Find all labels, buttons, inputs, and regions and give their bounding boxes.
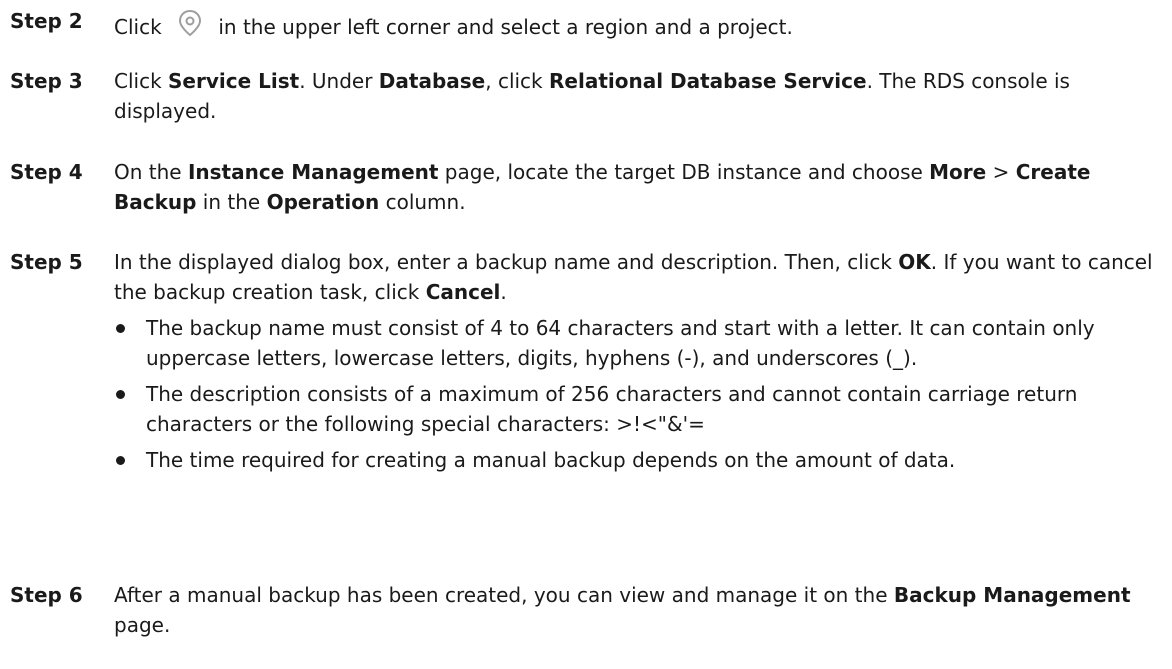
- step-5: Step 5 In the displayed dialog box, ente…: [10, 247, 1160, 481]
- bullet-item: The backup name must consist of 4 to 64 …: [114, 313, 1160, 373]
- step-5-bullet-list: The backup name must consist of 4 to 64 …: [114, 313, 1160, 475]
- instance-management-term: Instance Management: [187, 160, 439, 184]
- location-pin-icon: [170, 6, 210, 40]
- step-3-t1: Click: [114, 69, 169, 93]
- step-4-t1: On the: [114, 160, 188, 184]
- step-4-t3: >: [986, 160, 1016, 184]
- service-list-term: Service List: [168, 69, 300, 93]
- step-3-t2: . Under: [299, 69, 379, 93]
- bullet-dot: [116, 456, 125, 465]
- operation-term: Operation: [266, 190, 380, 214]
- database-term: Database: [378, 69, 486, 93]
- step-6-t1: After a manual backup has been created, …: [114, 583, 894, 607]
- step-6-t2: page.: [114, 613, 171, 637]
- bullet-dot: [116, 324, 125, 333]
- bullet-text: The backup name must consist of 4 to 64 …: [146, 316, 1095, 370]
- step-3-t3: , click: [485, 69, 549, 93]
- step-4-label: Step 4: [10, 160, 83, 184]
- bullet-item: The time required for creating a manual …: [114, 445, 1160, 475]
- step-4-t5: column.: [379, 190, 466, 214]
- step-6: Step 6 After a manual backup has been cr…: [10, 580, 1160, 640]
- rds-term: Relational Database Service: [549, 69, 867, 93]
- step-2-text: Click in the upper left corner and selec…: [114, 6, 793, 42]
- step-2: Step 2 Click in the upper left corner an…: [10, 6, 793, 42]
- bullet-dot: [116, 390, 125, 399]
- backup-management-term: Backup Management: [893, 583, 1131, 607]
- step-6-text: After a manual backup has been created, …: [114, 580, 1160, 640]
- step-3-label: Step 3: [10, 69, 83, 93]
- step-5-label: Step 5: [10, 250, 83, 274]
- cancel-term: Cancel: [425, 280, 501, 304]
- step-3: Step 3 Click Service List. Under Databas…: [10, 66, 1160, 126]
- step-5-t3: .: [500, 280, 507, 304]
- step-4-t2: page, locate the target DB instance and …: [438, 160, 930, 184]
- bullet-text: The description consists of a maximum of…: [146, 382, 1078, 436]
- bullet-text: The time required for creating a manual …: [146, 448, 956, 472]
- step-6-label: Step 6: [10, 583, 83, 607]
- step-5-text: In the displayed dialog box, enter a bac…: [114, 247, 1160, 307]
- ok-term: OK: [898, 250, 931, 274]
- step-2-text-a: Click: [114, 15, 169, 39]
- bullet-item: The description consists of a maximum of…: [114, 379, 1160, 439]
- step-2-label: Step 2: [10, 9, 83, 33]
- step-4-t4: in the: [196, 190, 267, 214]
- step-4-text: On the Instance Management page, locate …: [114, 157, 1160, 217]
- step-2-text-b: in the upper left corner and select a re…: [212, 15, 793, 39]
- step-3-text: Click Service List. Under Database, clic…: [114, 66, 1160, 126]
- more-term: More: [929, 160, 987, 184]
- step-5-t1: In the displayed dialog box, enter a bac…: [114, 250, 899, 274]
- step-4: Step 4 On the Instance Management page, …: [10, 157, 1160, 217]
